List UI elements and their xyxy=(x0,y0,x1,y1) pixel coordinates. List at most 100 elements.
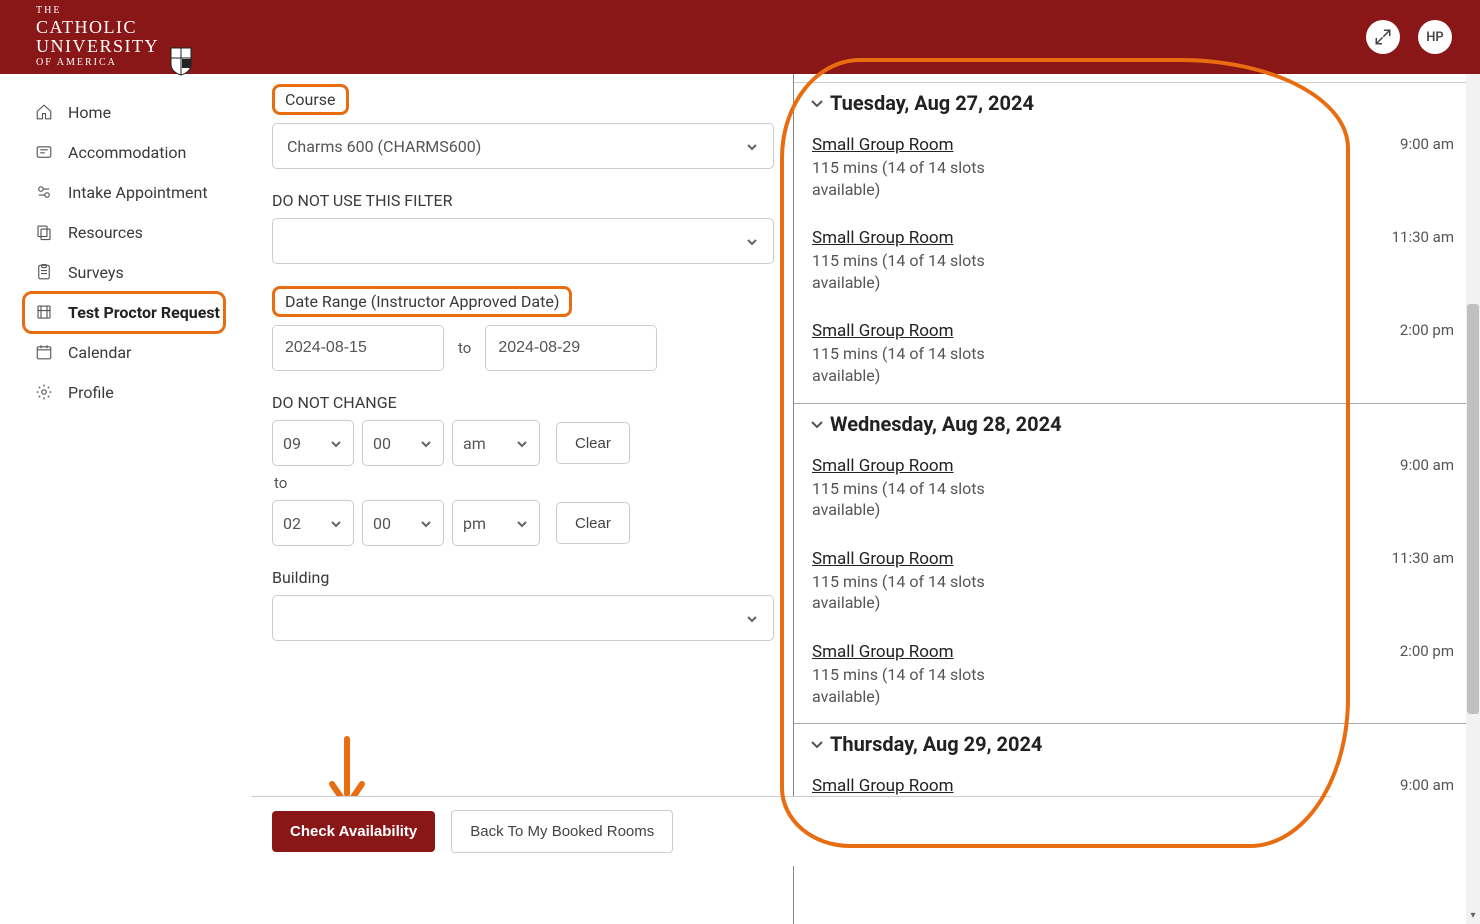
building-select[interactable] xyxy=(272,595,774,641)
date-from-input[interactable] xyxy=(273,326,444,370)
back-to-booked-button[interactable]: Back To My Booked Rooms xyxy=(451,810,673,853)
day-header[interactable]: Thursday, Aug 29, 2024 xyxy=(794,723,1480,764)
slot-detail: 115 mins (14 of 14 slots available) xyxy=(812,478,1012,521)
building-label: Building xyxy=(272,568,773,587)
time-to-hour[interactable]: 02 xyxy=(272,500,354,546)
sidebar-item-proctor[interactable]: Test Proctor Request xyxy=(0,292,252,332)
course-label: Course xyxy=(272,84,349,115)
sidebar-item-profile[interactable]: Profile xyxy=(0,372,252,412)
sidebar-item-label: Surveys xyxy=(68,263,124,282)
slot-time: 2:00 pm xyxy=(1400,321,1454,339)
slot-room-link[interactable]: Small Group Room xyxy=(812,321,1012,341)
slot-row: Small Group Room115 mins (14 of 14 slots… xyxy=(794,216,1480,309)
date-to-input[interactable] xyxy=(486,326,657,370)
sidebar-item-label: Test Proctor Request xyxy=(68,303,220,322)
logo-line-3: UNIVERSITY xyxy=(36,37,159,56)
shield-icon xyxy=(169,46,193,76)
sidebar-item-label: Home xyxy=(68,103,111,122)
to-separator: to xyxy=(458,339,471,357)
chevron-down-icon xyxy=(329,436,343,450)
chevron-down-icon xyxy=(745,139,759,153)
nochange-label: DO NOT CHANGE xyxy=(272,393,773,412)
course-select[interactable]: Charms 600 (CHARMS600) xyxy=(272,123,774,169)
filter-label: DO NOT USE THIS FILTER xyxy=(272,191,773,210)
avatar[interactable]: HP xyxy=(1418,20,1452,54)
day-header[interactable]: Tuesday, Aug 27, 2024 xyxy=(794,82,1480,123)
sidebar-item-label: Resources xyxy=(68,223,143,242)
time-from-ampm[interactable]: am xyxy=(452,420,540,466)
filter-select[interactable] xyxy=(272,218,774,264)
slot-detail: 115 mins (14 of 14 slots available) xyxy=(812,664,1012,707)
slot-detail: 115 mins (14 of 14 slots available) xyxy=(812,157,1012,200)
sidebar-item-surveys[interactable]: Surveys xyxy=(0,252,252,292)
sidebar-item-resources[interactable]: Resources xyxy=(0,212,252,252)
check-availability-button[interactable]: Check Availability xyxy=(272,811,435,852)
sidebar-item-calendar[interactable]: Calendar xyxy=(0,332,252,372)
day-title: Tuesday, Aug 27, 2024 xyxy=(830,91,1034,115)
slot-row: Small Group Room115 mins (14 of 14 slots… xyxy=(794,444,1480,537)
chevron-down-icon xyxy=(808,94,826,112)
brand-logo: THE CATHOLIC UNIVERSITY OF AMERICA xyxy=(36,6,193,69)
slot-row: Small Group Room115 mins (14 of 14 slots… xyxy=(794,537,1480,630)
sidebar-item-label: Calendar xyxy=(68,343,131,362)
top-header: THE CATHOLIC UNIVERSITY OF AMERICA HP xyxy=(0,0,1480,74)
expand-icon[interactable] xyxy=(1366,20,1400,54)
slot-room-link[interactable]: Small Group Room xyxy=(812,228,1012,248)
proctor-icon xyxy=(34,302,54,322)
sidebar-nav: Home Accommodation Intake Appointment Re… xyxy=(0,74,252,924)
slot-row: Small Group Room115 mins (14 of 14 slots… xyxy=(794,123,1480,216)
sidebar-item-home[interactable]: Home xyxy=(0,92,252,132)
slot-row: Small Group Room115 mins (14 of 14 slots… xyxy=(794,309,1480,402)
slot-detail: 115 mins (14 of 14 slots available) xyxy=(812,250,1012,293)
scrollbar-thumb[interactable] xyxy=(1467,304,1479,714)
daterange-label: Date Range (Instructor Approved Date) xyxy=(272,286,572,317)
slot-room-link[interactable]: Small Group Room xyxy=(812,135,1012,155)
date-from-field[interactable] xyxy=(272,325,444,371)
resources-icon xyxy=(34,222,54,242)
slot-detail: 115 mins (14 of 14 slots available) xyxy=(812,571,1012,614)
sidebar-item-label: Profile xyxy=(68,383,114,402)
home-icon xyxy=(34,102,54,122)
avatar-initials: HP xyxy=(1426,30,1444,45)
sidebar-item-label: Intake Appointment xyxy=(68,183,208,202)
slot-room-link[interactable]: Small Group Room xyxy=(812,642,1012,662)
logo-line-1: THE xyxy=(36,6,159,17)
action-bar: Check Availability Back To My Booked Roo… xyxy=(252,796,1331,866)
scroll-down-icon[interactable]: ▾ xyxy=(1466,910,1480,924)
clear-time-from-button[interactable]: Clear xyxy=(556,422,630,464)
sidebar-item-label: Accommodation xyxy=(68,143,186,162)
intake-icon xyxy=(34,182,54,202)
slot-room-link[interactable]: Small Group Room xyxy=(812,776,954,796)
time-from-min[interactable]: 00 xyxy=(362,420,444,466)
slot-room-link[interactable]: Small Group Room xyxy=(812,549,1012,569)
slot-room-link[interactable]: Small Group Room xyxy=(812,456,1012,476)
chevron-down-icon xyxy=(419,436,433,450)
date-to-field[interactable] xyxy=(485,325,657,371)
gear-icon xyxy=(34,382,54,402)
surveys-icon xyxy=(34,262,54,282)
chevron-down-icon xyxy=(808,735,826,753)
time-from-hour[interactable]: 09 xyxy=(272,420,354,466)
day-title: Thursday, Aug 29, 2024 xyxy=(830,732,1042,756)
sidebar-item-accommodation[interactable]: Accommodation xyxy=(0,132,252,172)
day-title: Wednesday, Aug 28, 2024 xyxy=(830,412,1062,436)
chevron-down-icon xyxy=(515,516,529,530)
slot-detail: 115 mins (14 of 14 slots available) xyxy=(812,343,1012,386)
scrollbar[interactable]: ▾ xyxy=(1466,74,1480,924)
logo-line-2: CATHOLIC xyxy=(36,18,159,37)
logo-line-4: OF AMERICA xyxy=(36,58,159,69)
chevron-down-icon xyxy=(329,516,343,530)
slot-time: 2:00 pm xyxy=(1400,642,1454,660)
chevron-down-icon xyxy=(808,415,826,433)
chevron-down-icon xyxy=(745,234,759,248)
to-separator: to xyxy=(274,474,773,492)
calendar-icon xyxy=(34,342,54,362)
time-to-ampm[interactable]: pm xyxy=(452,500,540,546)
clear-time-to-button[interactable]: Clear xyxy=(556,502,630,544)
slot-time: 9:00 am xyxy=(1400,456,1454,474)
slot-time: 9:00 am xyxy=(1400,776,1454,794)
slot-time: 11:30 am xyxy=(1392,549,1454,567)
time-to-min[interactable]: 00 xyxy=(362,500,444,546)
day-header[interactable]: Wednesday, Aug 28, 2024 xyxy=(794,403,1480,444)
sidebar-item-intake[interactable]: Intake Appointment xyxy=(0,172,252,212)
